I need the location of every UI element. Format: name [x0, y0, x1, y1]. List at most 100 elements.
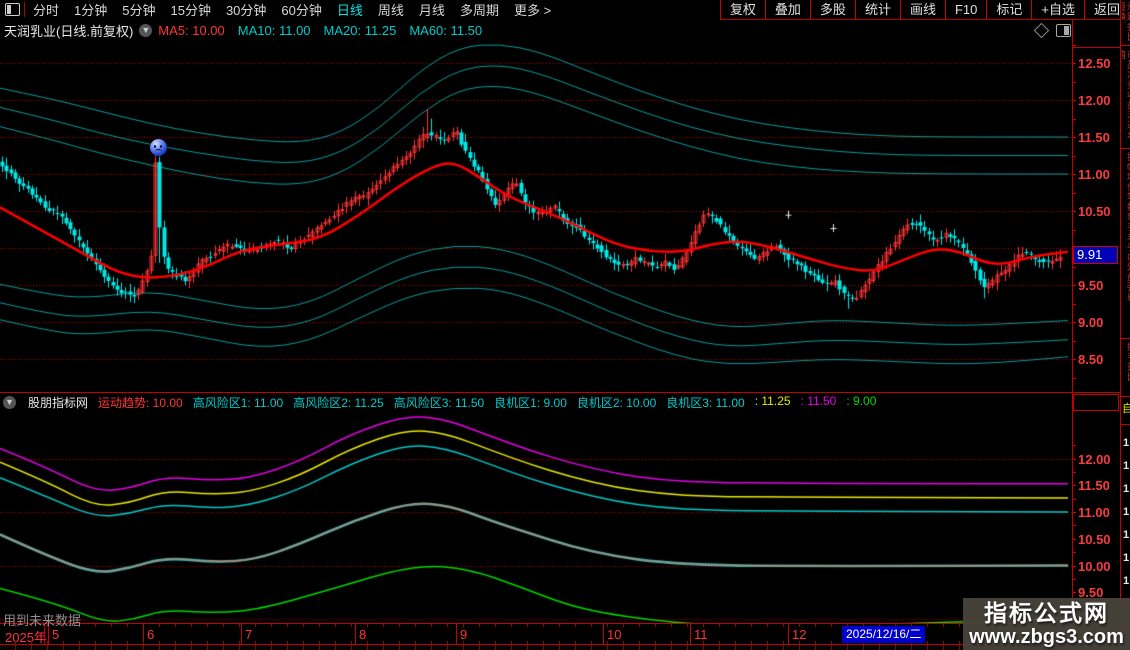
axis-header-red-box — [1073, 394, 1119, 411]
sidebar-price-digit: 1 — [1123, 575, 1130, 587]
sidebar-divider — [1121, 396, 1130, 397]
indicator-value: 良机区1: 9.00 — [494, 396, 567, 410]
tab-周线[interactable]: 周线 — [378, 0, 404, 19]
watermark-title: 指标公式网 — [984, 599, 1109, 626]
sidebar-clipped-text: 市盈净资收益流通总值 — [1122, 50, 1130, 140]
sidebar-price-digit: 1 — [1123, 437, 1130, 449]
watermark-box: 指标公式网 www.zbgs3.com — [963, 598, 1130, 650]
tab-30分钟[interactable]: 30分钟 — [226, 0, 266, 19]
divider — [24, 2, 25, 17]
sidebar-clipped-text: 涨跌委比量换 — [1122, 2, 1130, 42]
axis-label-10.50: 10.50 — [1078, 531, 1111, 547]
sidebar-divider — [1121, 424, 1130, 425]
sad-face-marker — [150, 139, 167, 156]
axis-label-11.50: 11.50 — [1078, 130, 1110, 145]
month-label-9: 9 — [456, 624, 496, 644]
axis-label-10.50: 10.50 — [1078, 204, 1111, 219]
period-tabs: 分时 1分钟 5分钟 15分钟 30分钟 60分钟 日线 周线 月线 多周期 更多 > — [33, 0, 551, 19]
axis-label-11.00: 11.00 — [1078, 505, 1110, 520]
sidebar-tab-self[interactable]: 自 — [1122, 400, 1130, 416]
axis-label-12.00: 12.00 — [1078, 93, 1111, 108]
indicator-source-label[interactable]: 股朋指标网 — [28, 394, 88, 411]
current-date-badge: 2025/12/16/二 — [842, 626, 926, 643]
chevron-down-icon[interactable]: ▼ — [3, 396, 16, 409]
indicator-band-chart[interactable] — [0, 412, 1072, 623]
axis-label-11.00: 11.00 — [1078, 167, 1110, 182]
indicator-value: 运动趋势: 10.00 — [98, 396, 183, 410]
indicator-value: : 9.00 — [846, 394, 877, 408]
stock-title[interactable]: 天润乳业(日线.前复权) — [4, 21, 133, 40]
tab-15分钟[interactable]: 15分钟 — [170, 0, 210, 19]
ma-value: MA60: 11.50 — [409, 22, 483, 38]
timeline-bar: 2025年 2025/12/16/二 5 6 7 8 9 10 11 12 — [0, 623, 1072, 645]
axis-label-12.00: 12.00 — [1078, 451, 1111, 467]
axis-label-11.50: 11.50 — [1078, 478, 1110, 494]
future-data-warning: 用到未来数据 — [3, 613, 82, 628]
sidebar-divider — [1121, 338, 1130, 339]
chevron-down-icon[interactable]: ▼ — [139, 23, 153, 37]
month-label-7: 7 — [241, 624, 281, 644]
year-label: 2025年 — [5, 630, 47, 645]
sidebar-price-digit: 1 — [1123, 506, 1130, 518]
indicator-value: 高风险区1: 11.00 — [192, 396, 284, 410]
tab-分时[interactable]: 分时 — [33, 0, 59, 19]
indicator-value: 良机区3: 11.00 — [666, 396, 745, 410]
tab-多周期[interactable]: 多周期 — [460, 0, 499, 19]
tab-5分钟[interactable]: 5分钟 — [122, 0, 155, 19]
month-label-10: 10 — [603, 624, 643, 644]
tab-日线[interactable]: 日线 — [337, 0, 363, 19]
layout-split-icon[interactable] — [5, 3, 20, 16]
watermark-url: www.zbgs3.com — [969, 625, 1124, 648]
axis-label-12.50: 12.50 — [1078, 56, 1111, 71]
toolbar-button-多股[interactable]: 多股 — [809, 0, 855, 19]
indicator-value: : 11.25 — [754, 394, 791, 408]
toolbar-button-标记[interactable]: 标记 — [986, 0, 1031, 19]
sidebar-price-digit: 1 — [1123, 483, 1130, 495]
sidebar-price-digit: 1 — [1123, 460, 1130, 472]
toolbar-button-复权[interactable]: 复权 — [719, 0, 765, 19]
indicator-value: : 11.50 — [800, 394, 837, 408]
main-price-axis: 12.50 12.00 11.50 11.00 10.50 9.50 9.00 8.50 12.… — [1072, 41, 1120, 623]
tab-1分钟[interactable]: 1分钟 — [74, 0, 107, 19]
ma-value: MA10: 11.00 — [237, 22, 311, 38]
main-candlestick-chart[interactable] — [0, 41, 1072, 392]
right-sidebar-clipped[interactable]: 涨跌委比量换市盈净资收益流通总值振幅均价笔数现手总手内外盘强弱换手量比自 1 1 1 1… — [1120, 0, 1130, 650]
axis-label-10.00: 10.00 — [1078, 558, 1111, 574]
toolbar-button-画线[interactable]: 画线 — [899, 0, 945, 19]
toolbar-button-F10[interactable]: F10 — [944, 0, 986, 19]
sidebar-clipped-text: 换手量比 — [1126, 342, 1130, 382]
indicator-value: 良机区2: 10.00 — [576, 396, 657, 410]
toolbar-button-+自选[interactable]: +自选 — [1031, 0, 1084, 19]
ma-values: MA5: 10.00 MA10: 11.00 MA20: 11.25 MA60: 11… — [158, 23, 482, 38]
axis-top-line — [1072, 47, 1120, 48]
window-split-icon[interactable] — [1056, 24, 1071, 37]
tab-更多 >[interactable]: 更多 > — [514, 0, 551, 19]
current-price-badge: 9.91 — [1073, 245, 1118, 264]
sidebar-divider — [1121, 148, 1130, 149]
trading-app-window: 分时 1分钟 5分钟 15分钟 30分钟 60分钟 日线 周线 月线 多周期 更多 > 复权 叠加 多股… — [0, 0, 1130, 650]
axis-label-9.50: 9.50 — [1078, 278, 1104, 293]
axis-label-9.00: 9.00 — [1078, 315, 1104, 330]
toolbar-buttons: 复权 叠加 多股 统计 画线 F10 标记 +自选 返回 — [719, 0, 1130, 20]
sidebar-clipped-text: 振幅均价笔数现手总手内外盘强弱 — [1126, 152, 1130, 302]
ma-value: MA20: 11.25 — [323, 22, 397, 38]
ma-value: MA5: 10.00 — [158, 22, 225, 38]
sidebar-price-digit: 1 — [1123, 552, 1130, 564]
toolbar-button-叠加[interactable]: 叠加 — [764, 0, 810, 19]
tab-月线[interactable]: 月线 — [419, 0, 445, 19]
bottom-partial-row — [0, 645, 1130, 650]
month-label-6: 6 — [143, 624, 183, 644]
month-label-8: 8 — [355, 624, 395, 644]
month-label-12: 12 — [788, 624, 828, 644]
month-label-11: 11 — [690, 624, 730, 644]
axis-label-8.50: 8.50 — [1078, 352, 1104, 367]
toolbar-button-统计[interactable]: 统计 — [854, 0, 900, 19]
indicator-header: ▼ 股朋指标网 运动趋势: 10.00 高风险区1: 11.00 高风险区2: 11… — [0, 393, 1072, 412]
indicator-value: 高风险区3: 11.50 — [393, 396, 485, 410]
indicator-values: 运动趋势: 10.00 高风险区1: 11.00 高风险区2: 11.25 高风险区3… — [98, 394, 876, 411]
sidebar-divider — [1121, 45, 1130, 46]
indicator-value: 高风险区2: 11.25 — [293, 396, 384, 410]
chart-title-row: 天润乳业(日线.前复权) ▼ MA5: 10.00 MA10: 11.00 MA20… — [0, 19, 1072, 41]
tab-60分钟[interactable]: 60分钟 — [281, 0, 321, 19]
axis-divider-line — [1072, 19, 1073, 645]
